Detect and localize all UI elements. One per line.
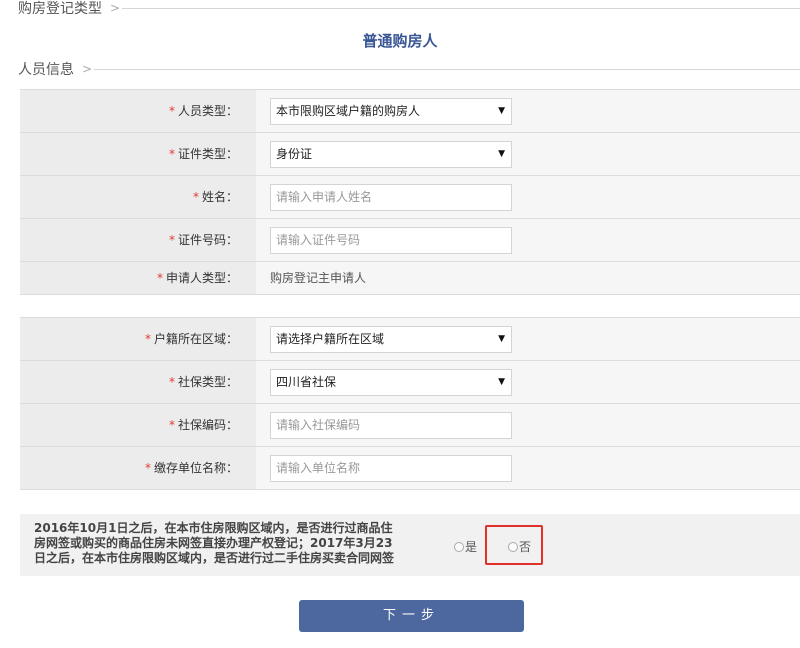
required-mark: * [144, 461, 151, 475]
name-input[interactable]: 请输入申请人姓名 [270, 184, 512, 211]
section-header-person-info: 人员信息 > [0, 60, 800, 80]
radio-yes[interactable]: 是 [454, 538, 477, 555]
purchase-history-question: 2016年10月1日之后，在本市住房限购区域内，是否进行过商品住房网签或购买的商… [20, 514, 800, 576]
field-label: 缴存单位名称： [153, 461, 238, 475]
chevron-right-icon: > [82, 62, 93, 76]
required-mark: * [144, 332, 151, 346]
required-mark: * [168, 147, 175, 161]
field-label: 户籍所在区域： [153, 332, 238, 346]
social-type-select[interactable]: 四川省社保 ▼ [270, 369, 512, 396]
form-row-applicant-type: * 申请人类型： 购房登记主申请人 [20, 262, 800, 295]
question-text: 2016年10月1日之后，在本市住房限购区域内，是否进行过商品住房网签或购买的商… [34, 521, 395, 565]
field-label: 姓名： [201, 190, 238, 204]
field-label: 社保类型： [177, 375, 238, 389]
form-row-social-number: * 社保编码： 请输入社保编码 [20, 404, 800, 447]
field-label: 社保编码： [177, 418, 238, 432]
applicant-type-value: 购房登记主申请人 [270, 271, 367, 285]
chevron-right-icon: > [110, 1, 121, 15]
form-row-household-area: * 户籍所在区域： 请选择户籍所在区域 ▼ [20, 318, 800, 361]
radio-circle-icon[interactable] [508, 541, 518, 552]
field-label: 证件号码： [177, 233, 238, 247]
radio-label: 是 [465, 540, 478, 554]
form-row-social-type: * 社保类型： 四川省社保 ▼ [20, 361, 800, 404]
field-label: 人员类型： [177, 104, 238, 118]
required-mark: * [156, 271, 163, 285]
form-row-id-type: * 证件类型： 身份证 ▼ [20, 133, 800, 176]
radio-circle-icon[interactable] [454, 541, 464, 552]
buyer-type-title: 普通购房人 [362, 32, 438, 50]
field-label: 证件类型： [177, 147, 238, 161]
section-title: 人员信息 [18, 60, 78, 80]
divider [122, 8, 800, 9]
next-step-button[interactable]: 下一步 [299, 600, 524, 632]
caret-down-icon: ▼ [498, 377, 505, 387]
form-row-name: * 姓名： 请输入申请人姓名 [20, 176, 800, 219]
required-mark: * [168, 104, 175, 118]
section-header-purchase-type: 购房登记类型 > [0, 0, 800, 19]
divider [94, 69, 800, 70]
household-area-select[interactable]: 请选择户籍所在区域 ▼ [270, 326, 512, 353]
required-mark: * [168, 418, 175, 432]
form-row-person-type: * 人员类型： 本市限购区域户籍的购房人 ▼ [20, 90, 800, 133]
person-form: * 人员类型： 本市限购区域户籍的购房人 ▼ * 证件类型： 身份证 ▼ * 姓名： 请输… [20, 89, 800, 295]
caret-down-icon: ▼ [498, 106, 505, 116]
id-type-select[interactable]: 身份证 ▼ [270, 141, 512, 168]
radio-label: 否 [519, 540, 532, 554]
required-mark: * [192, 190, 199, 204]
social-number-input[interactable]: 请输入社保编码 [270, 412, 512, 439]
household-form: * 户籍所在区域： 请选择户籍所在区域 ▼ * 社保类型： 四川省社保 ▼ * 社保编码：… [20, 317, 800, 490]
field-label: 申请人类型： [165, 271, 238, 285]
employer-input[interactable]: 请输入单位名称 [270, 455, 512, 482]
id-number-input[interactable]: 请输入证件号码 [270, 227, 512, 254]
caret-down-icon: ▼ [498, 149, 505, 159]
required-mark: * [168, 233, 175, 247]
form-row-id-number: * 证件号码： 请输入证件号码 [20, 219, 800, 262]
person-type-select[interactable]: 本市限购区域户籍的购房人 ▼ [270, 98, 512, 125]
required-mark: * [168, 375, 175, 389]
radio-no[interactable]: 否 [508, 538, 531, 555]
caret-down-icon: ▼ [498, 334, 505, 344]
form-row-employer: * 缴存单位名称： 请输入单位名称 [20, 447, 800, 490]
section-title: 购房登记类型 [18, 0, 106, 19]
